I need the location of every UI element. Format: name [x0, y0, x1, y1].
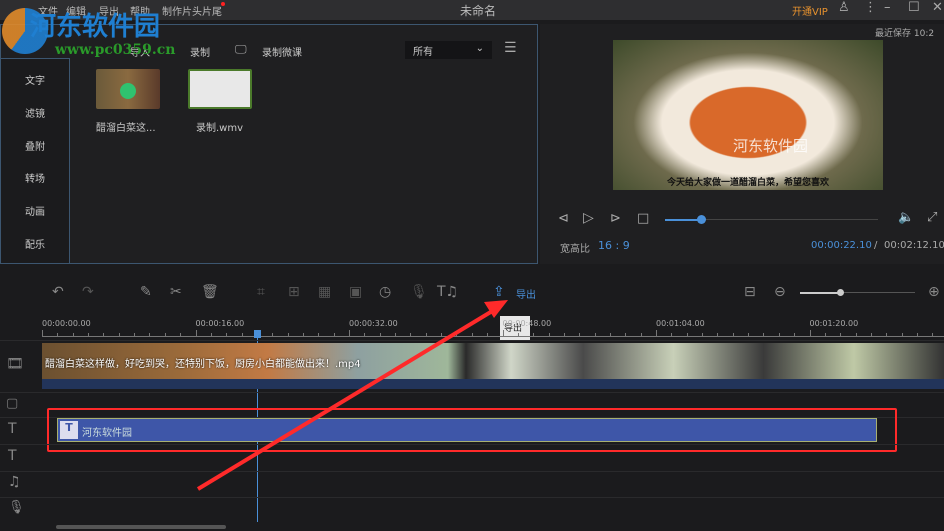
annotation-arrow: [196, 300, 508, 491]
